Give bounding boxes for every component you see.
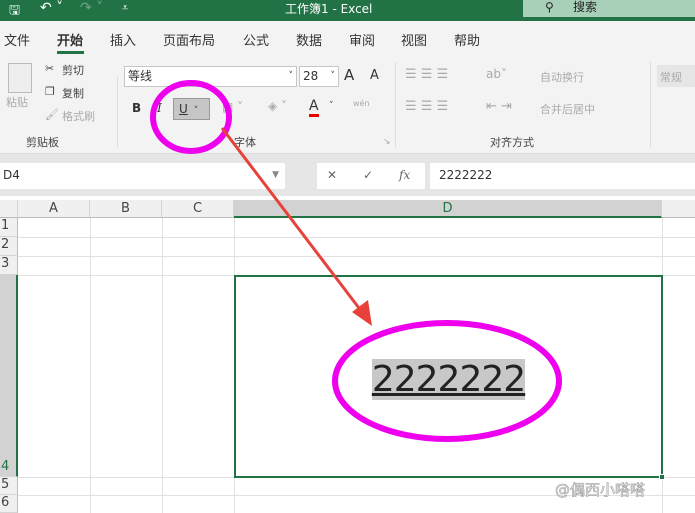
highlight-circle-underline [150, 80, 232, 154]
highlight-circle-cell [332, 320, 562, 442]
annotation-layer [150, 80, 562, 442]
annotation-arrow [220, 127, 364, 313]
